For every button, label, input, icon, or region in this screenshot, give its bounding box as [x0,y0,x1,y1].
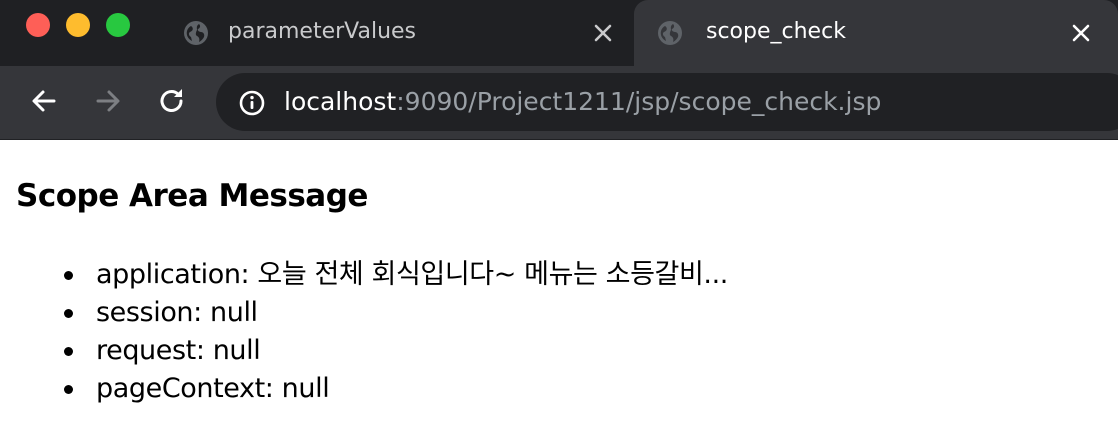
window-minimize-button[interactable] [66,13,90,37]
info-icon[interactable] [238,89,266,117]
window-close-button[interactable] [26,13,50,37]
list-item-text: application: 오늘 전체 회식입니다~ 메뉴는 소등갈비... [96,259,728,290]
url-path: :9090/Project1211/jsp/scope_check.jsp [396,87,882,116]
tab-strip: parameterValues scope_check [0,0,1118,66]
tab-close-icon[interactable] [1068,20,1094,46]
browser-toolbar: localhost:9090/Project1211/jsp/scope_che… [0,66,1118,140]
tab-close-icon[interactable] [590,20,616,46]
tab-title: parameterValues [228,19,417,44]
list-item-session: session: null [64,294,728,332]
page-heading: Scope Area Message [16,178,368,214]
tab-parameter-values[interactable]: parameterValues [160,0,634,66]
globe-icon [184,21,208,45]
globe-icon [658,21,682,45]
list-item-request: request: null [64,332,728,370]
page-content: Scope Area Message application: 오늘 전체 회식… [0,140,1118,448]
bullet [64,309,73,318]
address-bar[interactable]: localhost:9090/Project1211/jsp/scope_che… [216,73,1118,131]
forward-arrow-icon[interactable] [92,85,124,117]
window-maximize-button[interactable] [106,13,130,37]
bullet [64,271,73,280]
url-text[interactable]: localhost:9090/Project1211/jsp/scope_che… [284,86,881,118]
bullet [64,385,73,394]
list-item-text: pageContext: null [96,373,330,404]
list-item-text: request: null [96,335,261,366]
list-item-application: application: 오늘 전체 회식입니다~ 메뉴는 소등갈비... [64,256,728,294]
reload-icon[interactable] [156,85,188,117]
tab-title: scope_check [706,19,846,44]
back-arrow-icon[interactable] [28,85,60,117]
list-item-page-context: pageContext: null [64,370,728,408]
scope-list: application: 오늘 전체 회식입니다~ 메뉴는 소등갈비... se… [0,256,728,408]
list-item-text: session: null [96,297,258,328]
bullet [64,347,73,356]
browser-window: parameterValues scope_check localhost:90… [0,0,1118,448]
tab-scope-check[interactable]: scope_check [634,0,1118,66]
url-host: localhost [284,87,397,116]
